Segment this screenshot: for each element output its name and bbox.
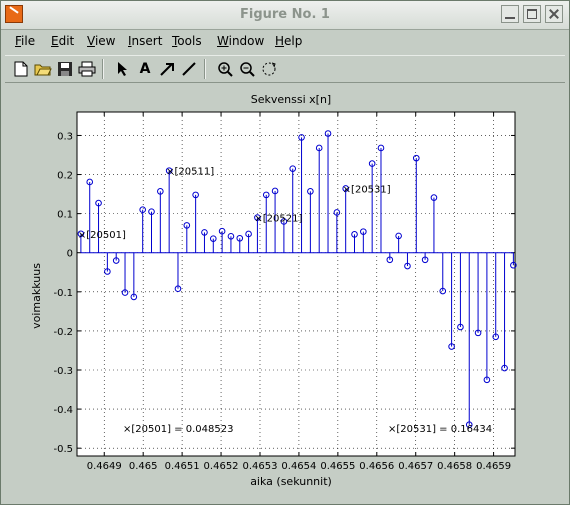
window-title: Figure No. 1: [240, 7, 330, 22]
close-button[interactable]: [545, 5, 563, 23]
menu-edit[interactable]: Edit: [51, 34, 74, 48]
data-marker-label: ×[20521]: [254, 214, 302, 225]
x-axis-label: aika (sekunnit): [250, 475, 332, 488]
menu-help[interactable]: Help: [275, 34, 302, 48]
y-tick-label: -0.4: [53, 405, 73, 416]
x-tick-label: 0.4656: [359, 461, 394, 472]
chart-title: Sekvenssi x[n]: [251, 93, 331, 106]
x-tick-label: 0.465: [129, 461, 158, 472]
menu-view[interactable]: View: [87, 34, 115, 48]
menu-tools[interactable]: Tools: [172, 34, 202, 48]
x-tick-label: 0.4652: [204, 461, 239, 472]
y-tick-label: -0.5: [53, 444, 73, 455]
toolbar-separator: [102, 59, 104, 79]
x-tick-label: 0.4657: [398, 461, 433, 472]
plot-area: [77, 112, 515, 456]
data-marker-label: ×[20531]: [343, 184, 391, 195]
figure-window: Figure No. 1 File Edit View Insert Tools…: [0, 0, 570, 505]
x-tick-label: 0.4658: [437, 461, 472, 472]
datatip-annotation: ×[20531] = 0.16434: [388, 424, 492, 435]
figure-canvas: 0.4649 0.465 0.4651 0.4652 0.4653 0.4654 0.465…: [5, 83, 565, 500]
insert-text-icon[interactable]: A: [135, 59, 155, 79]
maximize-button[interactable]: [523, 5, 541, 23]
zoom-in-icon[interactable]: [215, 59, 235, 79]
y-tick-label: 0: [67, 249, 73, 260]
y-tick-label: 0.3: [57, 131, 73, 142]
y-tick-label: 0.2: [57, 171, 73, 182]
menu-window[interactable]: Window: [217, 34, 264, 48]
insert-line-icon[interactable]: [179, 59, 199, 79]
insert-arrow-icon[interactable]: [157, 59, 177, 79]
stem-plot[interactable]: 0.4649 0.465 0.4651 0.4652 0.4653 0.4654 0.465…: [5, 83, 565, 500]
toolbar-separator: [204, 59, 206, 79]
menu-file[interactable]: File: [15, 34, 35, 48]
y-tick-label: -0.2: [53, 327, 73, 338]
menu-bar: File Edit View Insert Tools Window Help: [5, 31, 565, 53]
zoom-out-icon[interactable]: [237, 59, 257, 79]
minimize-button[interactable]: [501, 5, 519, 23]
x-tick-label: 0.4654: [281, 461, 316, 472]
x-tick-label: 0.4651: [165, 461, 200, 472]
y-tick-label: 0.1: [57, 210, 73, 221]
y-tick-label: -0.1: [53, 288, 73, 299]
print-icon[interactable]: [77, 59, 97, 79]
y-tick-label: -0.3: [53, 366, 73, 377]
data-marker-label: ×[20501]: [78, 230, 126, 241]
datatip-annotation: ×[20501] = 0.048523: [123, 424, 233, 435]
save-icon[interactable]: [55, 59, 75, 79]
open-folder-icon[interactable]: [33, 59, 53, 79]
data-marker-label: ×[20511]: [166, 167, 214, 178]
select-arrow-icon[interactable]: [113, 59, 133, 79]
x-tick-label: 0.4653: [242, 461, 277, 472]
menu-insert[interactable]: Insert: [128, 34, 162, 48]
x-tick-label: 0.4659: [476, 461, 511, 472]
title-bar[interactable]: Figure No. 1: [1, 1, 569, 30]
new-file-icon[interactable]: [11, 59, 31, 79]
rotate-3d-icon[interactable]: [259, 59, 279, 79]
toolbar: A: [5, 55, 565, 83]
x-tick-label: 0.4649: [87, 461, 122, 472]
x-tick-label: 0.4655: [320, 461, 355, 472]
y-axis-label: voimakkuus: [30, 263, 43, 329]
